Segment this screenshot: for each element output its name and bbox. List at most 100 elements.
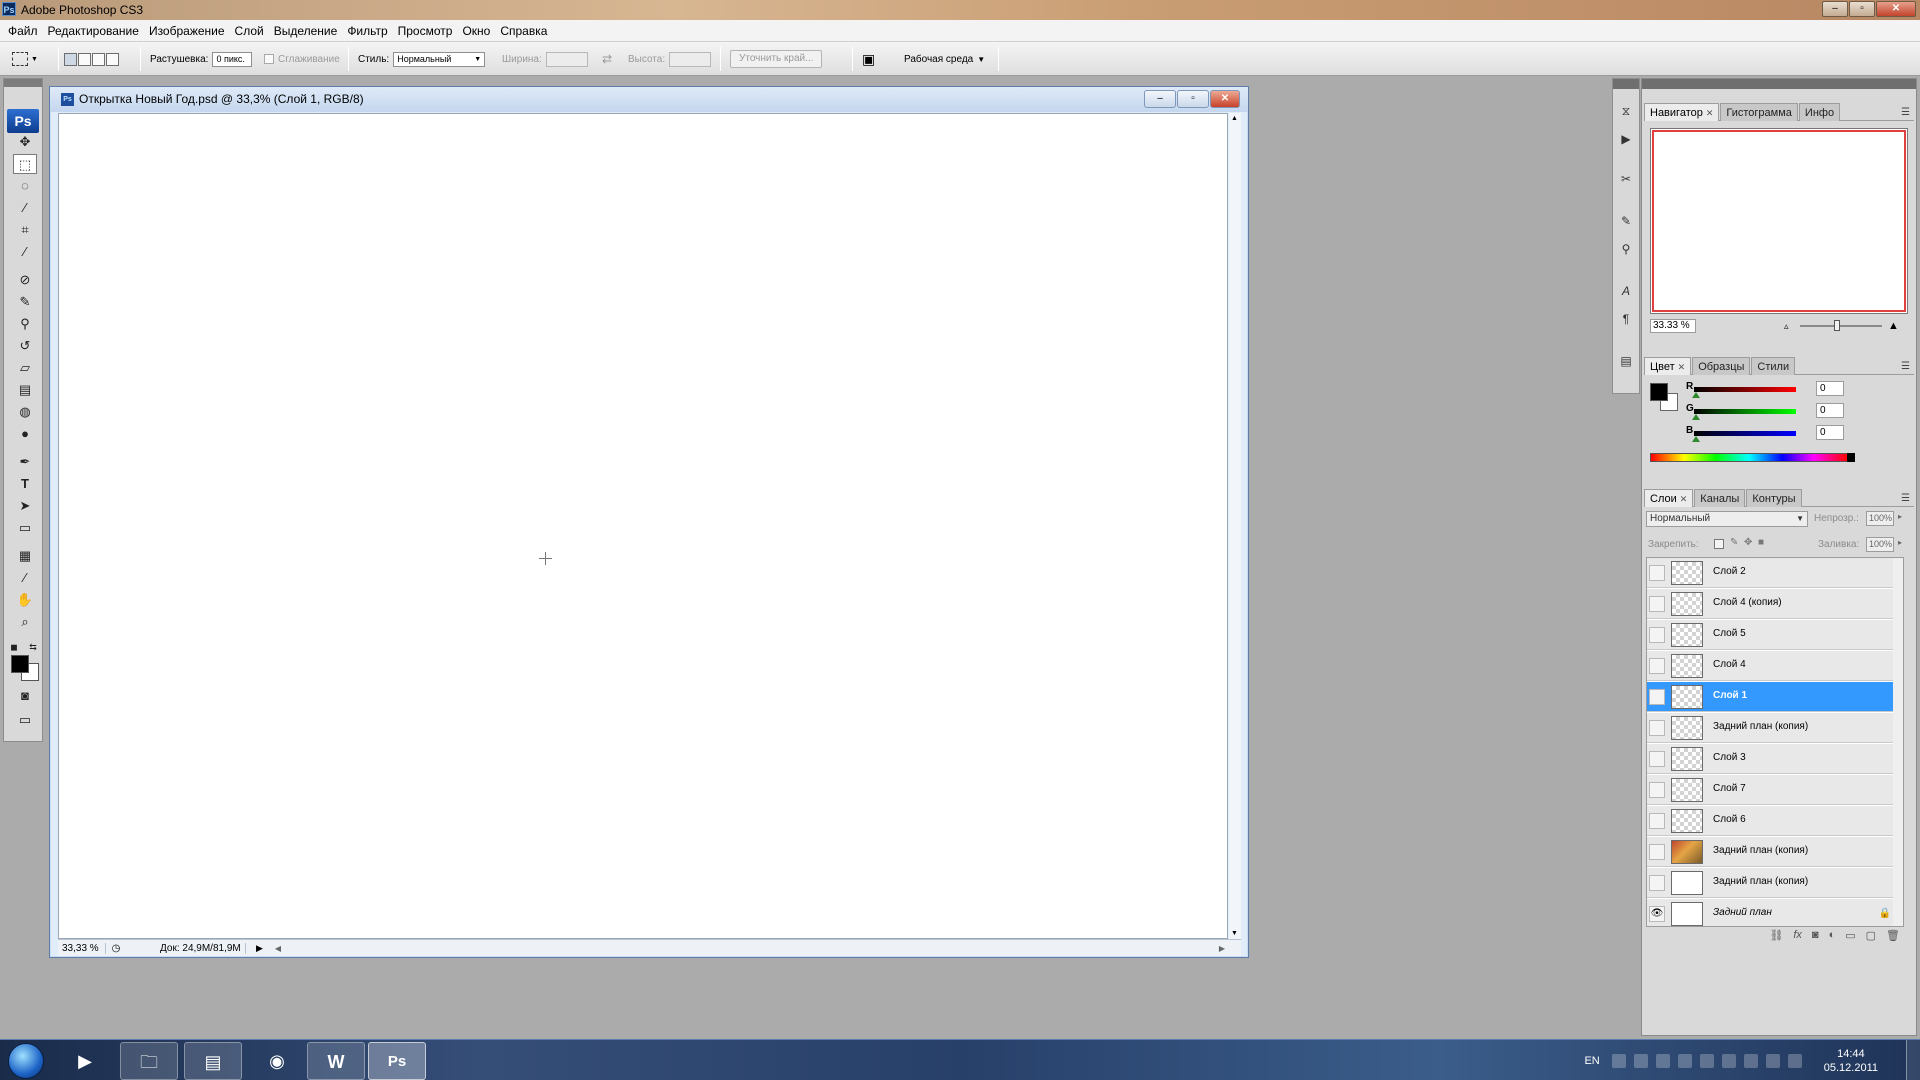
lock-transparency-icon[interactable] — [1714, 539, 1724, 549]
adjustment-layer-icon[interactable]: ◐ — [1829, 929, 1836, 943]
dodge-tool-icon[interactable]: ● — [13, 424, 37, 444]
swap-colors-icon[interactable]: ⇆ — [26, 637, 40, 657]
tab-close-icon[interactable]: ✕ — [1706, 108, 1714, 118]
layers-scrollbar[interactable] — [1893, 558, 1903, 926]
red-slider-handle[interactable] — [1692, 392, 1700, 398]
lock-all-icon[interactable]: ■ — [1758, 537, 1764, 548]
layer-visibility-toggle[interactable] — [1649, 875, 1665, 891]
eye-icon[interactable]: 👁 — [1649, 906, 1665, 922]
scroll-down-icon[interactable]: ▼ — [1231, 930, 1238, 937]
word-icon[interactable]: W — [307, 1042, 365, 1080]
color-foreground-swatch[interactable] — [1650, 383, 1668, 401]
link-layers-icon[interactable]: ⛓ — [1769, 929, 1783, 943]
layer-visibility-toggle[interactable] — [1649, 720, 1665, 736]
move-tool-icon[interactable]: ✥ — [13, 132, 37, 152]
lock-pixels-icon[interactable]: ✎ — [1730, 537, 1738, 548]
layer-style-icon[interactable]: fx — [1793, 929, 1802, 943]
rect-marquee-tool-icon[interactable]: ⬚ — [13, 154, 37, 174]
new-selection-icon[interactable] — [64, 52, 77, 66]
tab-styles[interactable]: Стили — [1751, 357, 1796, 375]
clock[interactable]: 14:44 05.12.2011 — [1824, 1047, 1878, 1075]
maximize-button[interactable]: ▫ — [1849, 1, 1875, 17]
history-brush-tool-icon[interactable]: ↺ — [13, 336, 37, 356]
red-slider-track[interactable] — [1694, 387, 1796, 392]
tab-close-icon[interactable]: ✕ — [1680, 494, 1688, 504]
layer-comps-icon[interactable]: ▤ — [1616, 351, 1636, 371]
language-indicator[interactable]: EN — [1584, 1055, 1599, 1067]
color-spectrum-bw[interactable] — [1847, 453, 1855, 462]
layer-visibility-toggle[interactable] — [1649, 751, 1665, 767]
layer-visibility-toggle[interactable] — [1649, 689, 1665, 705]
tab-close-icon[interactable]: ✕ — [1678, 362, 1686, 372]
default-colors-icon[interactable]: ◼ — [7, 637, 21, 657]
crop-tool-icon[interactable]: ⌗ — [13, 220, 37, 240]
layer-row[interactable]: Задний план (копия) — [1647, 713, 1903, 743]
palette-well-icon[interactable]: ▣ — [862, 51, 875, 68]
tab-info[interactable]: Инфо — [1798, 103, 1841, 121]
layer-row[interactable]: 👁 Задний план 🔒 — [1647, 899, 1903, 926]
menu-window[interactable]: Окно — [457, 20, 495, 42]
blue-slider-track[interactable] — [1694, 431, 1796, 436]
blur-tool-icon[interactable]: ◍ — [13, 402, 37, 422]
lasso-tool-icon[interactable]: ◌ — [13, 176, 37, 196]
actions-panel-icon[interactable]: ▶ — [1616, 129, 1636, 149]
pen-tool-icon[interactable]: ✒ — [13, 452, 37, 472]
intersect-selection-icon[interactable] — [106, 52, 119, 66]
horizontal-scrollbar[interactable] — [281, 941, 1219, 956]
fill-arrow-icon[interactable]: ▸ — [1898, 538, 1902, 547]
layer-visibility-toggle[interactable] — [1649, 658, 1665, 674]
tray-app-icon[interactable] — [1655, 1053, 1670, 1068]
layer-visibility-toggle[interactable] — [1649, 782, 1665, 798]
foreground-color-swatch[interactable] — [11, 655, 29, 673]
layer-visibility-toggle[interactable] — [1649, 813, 1665, 829]
new-layer-icon[interactable]: ▢ — [1866, 929, 1876, 943]
screen-mode-icon[interactable]: ▭ — [13, 710, 37, 730]
task-app-icon[interactable]: ▤ — [184, 1042, 242, 1080]
vertical-scrollbar[interactable]: ▲ ▼ — [1229, 113, 1241, 939]
tray-app-icon[interactable] — [1743, 1053, 1758, 1068]
navigator-zoom-slider[interactable] — [1800, 320, 1882, 331]
layer-row[interactable]: Задний план (копия) — [1647, 837, 1903, 867]
green-slider-handle[interactable] — [1692, 414, 1700, 420]
menu-image[interactable]: Изображение — [144, 20, 230, 42]
notes-tool-icon[interactable]: ▦ — [13, 546, 37, 566]
menu-edit[interactable]: Редактирование — [43, 20, 144, 42]
healing-brush-tool-icon[interactable]: ⊘ — [13, 270, 37, 290]
brush-tool-icon[interactable]: ✎ — [13, 292, 37, 312]
hscroll-right-icon[interactable]: ▶ — [1219, 944, 1225, 953]
opacity-input[interactable]: 100% — [1866, 511, 1894, 526]
opacity-arrow-icon[interactable]: ▸ — [1898, 512, 1902, 521]
tool-preset-picker[interactable]: ▼ — [12, 42, 38, 76]
color-spectrum-bar[interactable] — [1650, 453, 1848, 462]
tab-histogram[interactable]: Гистограмма — [1720, 103, 1798, 121]
layer-row[interactable]: Слой 3 — [1647, 744, 1903, 774]
subtract-selection-icon[interactable] — [92, 52, 105, 66]
tray-flag-icon[interactable] — [1699, 1053, 1714, 1068]
network-icon[interactable] — [1765, 1053, 1780, 1068]
layer-mask-icon[interactable]: ◙ — [1812, 929, 1819, 943]
doc-maximize-button[interactable]: ▫ — [1177, 90, 1209, 108]
zoom-out-icon[interactable]: ▵ — [1784, 321, 1789, 332]
layer-row-selected[interactable]: Слой 1 — [1647, 682, 1903, 712]
navigator-thumbnail[interactable] — [1650, 128, 1908, 314]
panel-column-grip[interactable] — [1642, 79, 1916, 89]
menu-layer[interactable]: Слой — [230, 20, 269, 42]
path-selection-tool-icon[interactable]: ➤ — [13, 496, 37, 516]
menu-help[interactable]: Справка — [495, 20, 552, 42]
paragraph-panel-icon[interactable]: ¶ — [1616, 309, 1636, 329]
status-zoom[interactable]: 33,33 % — [58, 942, 106, 954]
layer-row[interactable]: Слой 7 — [1647, 775, 1903, 805]
panel-menu-icon[interactable]: ☰ — [1901, 361, 1910, 372]
magic-wand-tool-icon[interactable]: ⁄ — [13, 198, 37, 218]
layer-row[interactable]: Слой 6 — [1647, 806, 1903, 836]
tray-arrow-icon[interactable] — [1721, 1053, 1736, 1068]
minimize-button[interactable]: – — [1822, 1, 1848, 17]
clone-stamp-tool-icon[interactable]: ⚲ — [13, 314, 37, 334]
close-button[interactable]: ✕ — [1876, 1, 1916, 17]
menu-file[interactable]: Файл — [3, 20, 43, 42]
blue-value-input[interactable]: 0 — [1816, 425, 1844, 440]
tab-layers[interactable]: Слои ✕ — [1644, 489, 1694, 507]
character-panel-icon[interactable]: A — [1616, 281, 1636, 301]
height-input[interactable] — [669, 51, 712, 67]
workspace-menu[interactable]: Рабочая среда ▼ — [904, 42, 985, 76]
